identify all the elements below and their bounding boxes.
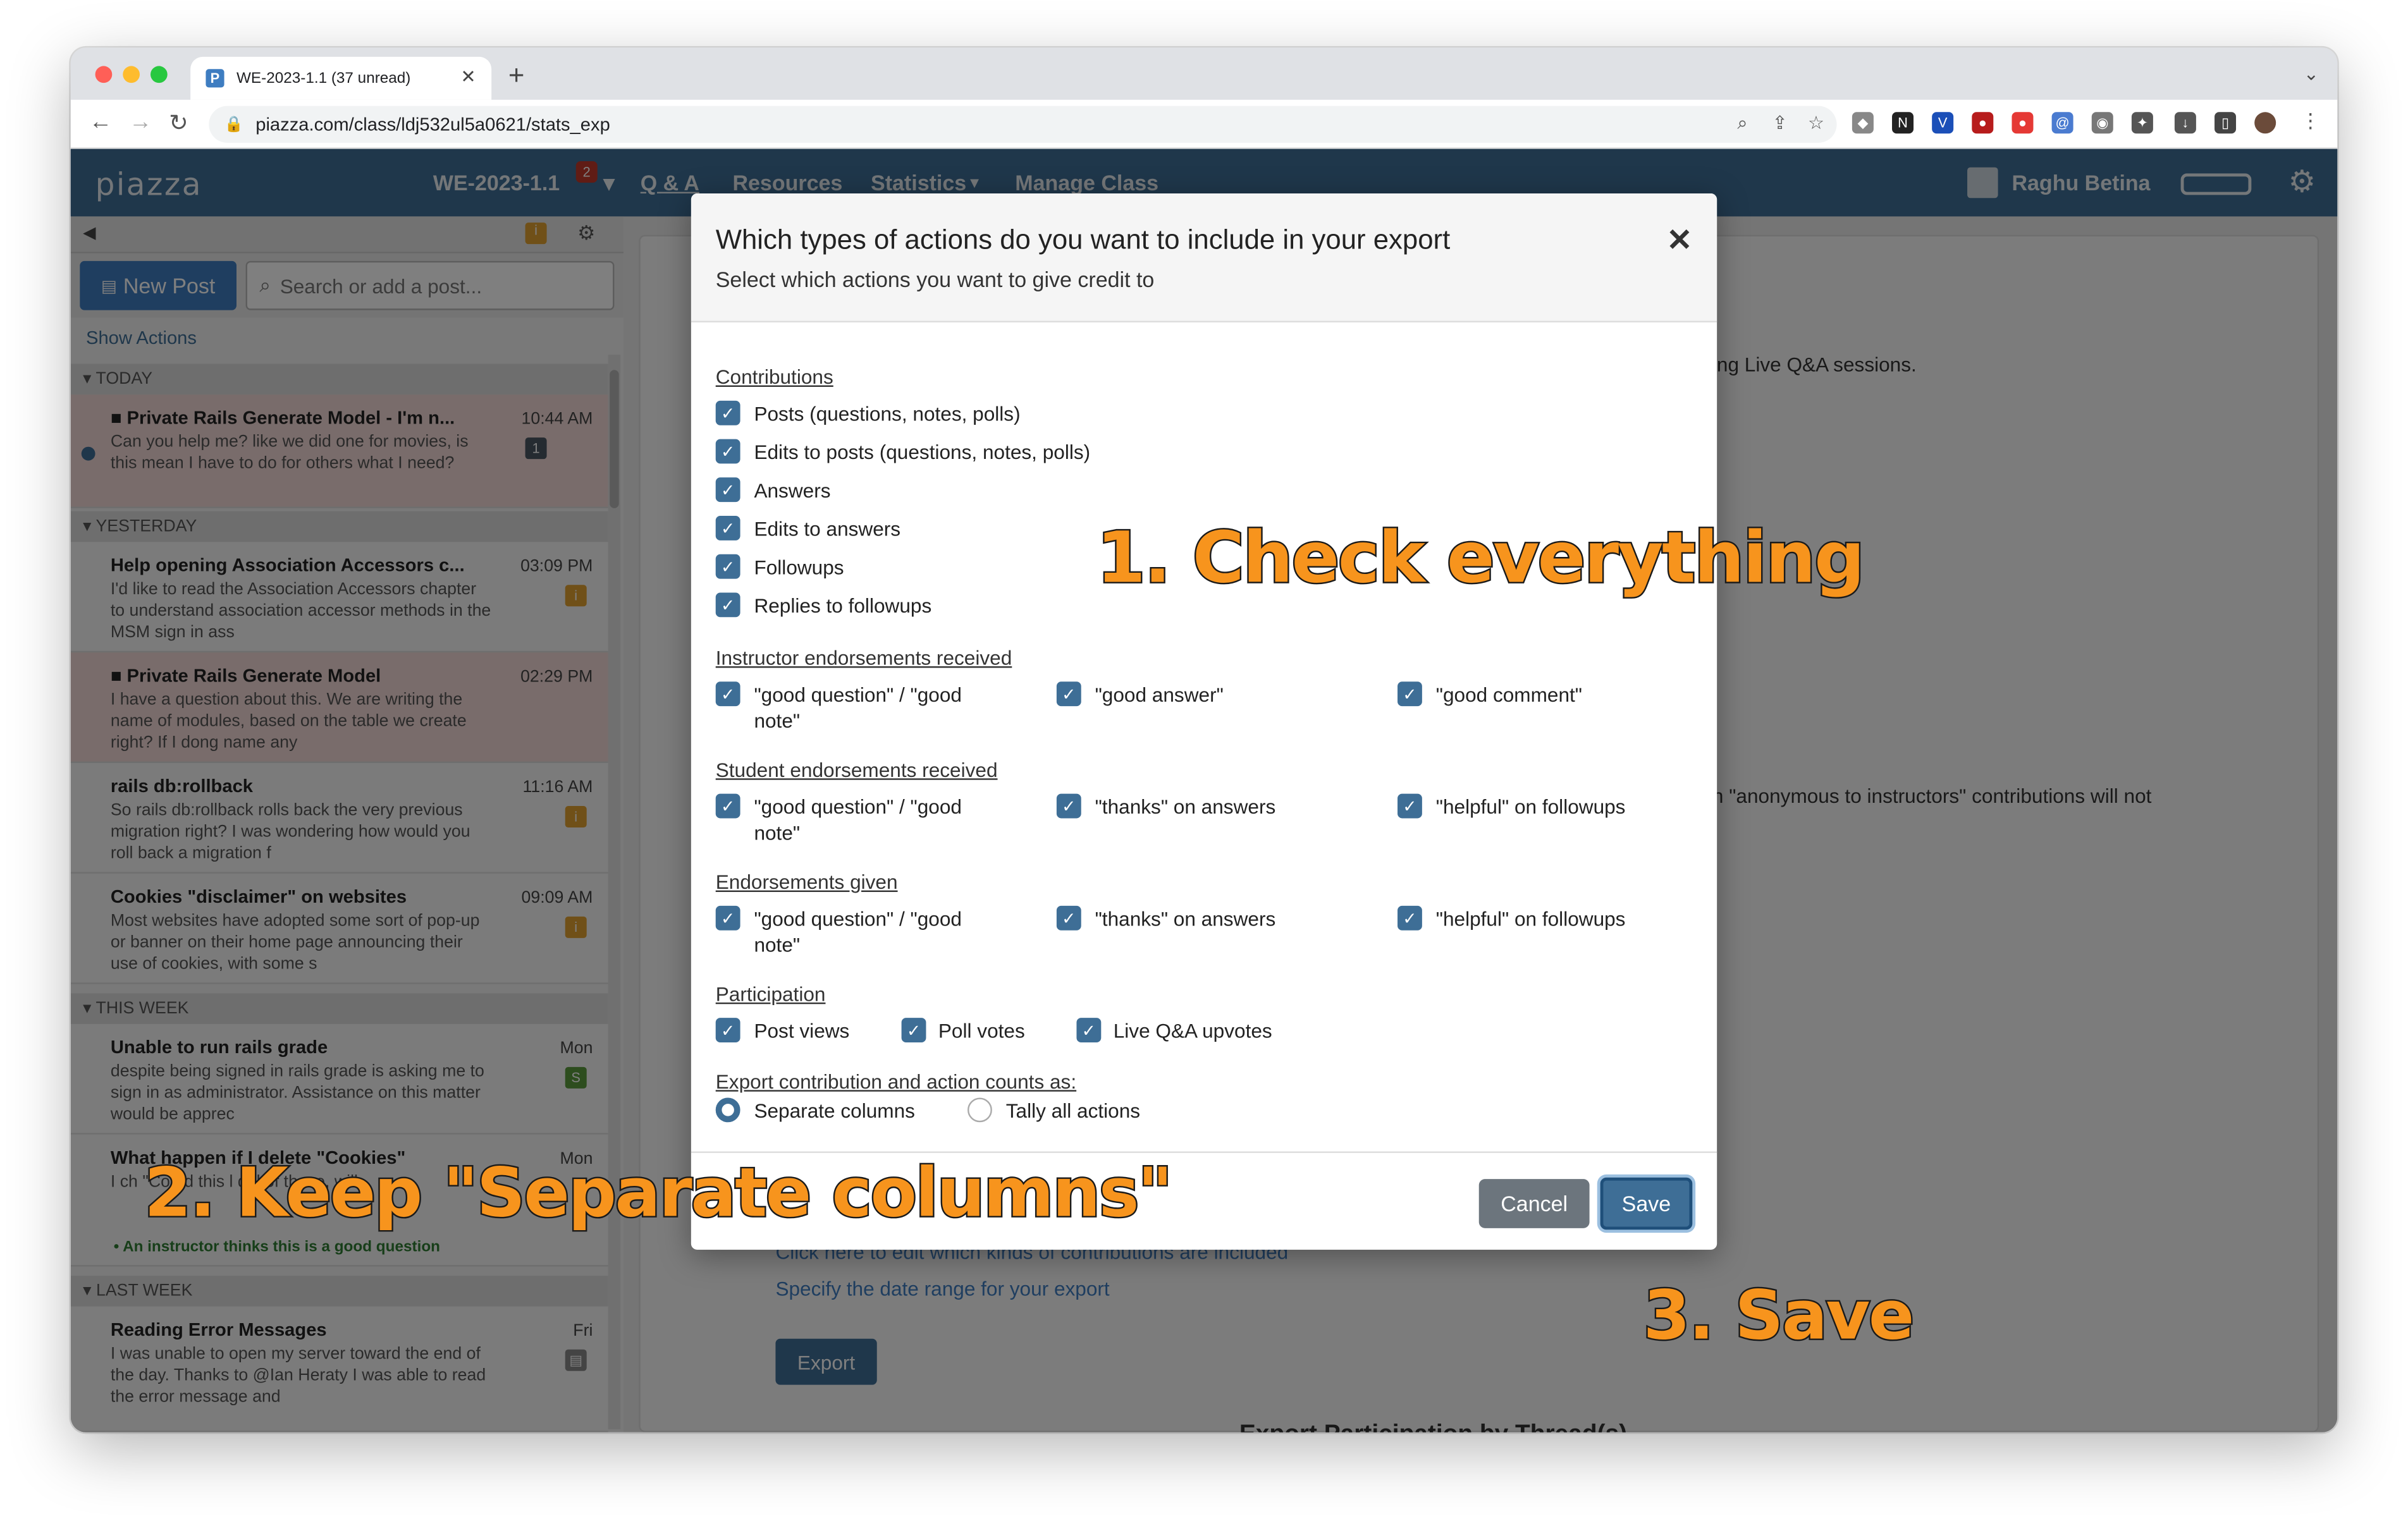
export-options-modal: Which types of actions do you want to in…	[691, 193, 1717, 1250]
checkbox-instructor-good-answer[interactable]: ✓	[1056, 681, 1081, 707]
checkbox-edits-answers[interactable]: ✓	[715, 516, 740, 540]
tab-strip: P WE-2023-1.1 (37 unread) ✕ + ⌄	[70, 47, 2338, 100]
zoom-window-icon[interactable]	[150, 66, 168, 83]
checkbox-replies[interactable]: ✓	[715, 592, 740, 618]
browser-menu-icon[interactable]: ⋮	[2300, 109, 2321, 133]
download-icon[interactable]: ↓	[2174, 112, 2196, 134]
extension-red-icon[interactable]: ●	[2012, 112, 2034, 134]
checkbox-followups[interactable]: ✓	[715, 554, 740, 579]
checkbox-student-helpful[interactable]: ✓	[1398, 793, 1422, 819]
checkbox-label: "helpful" on followups	[1435, 795, 1626, 819]
new-tab-icon[interactable]: +	[508, 60, 525, 92]
reload-icon[interactable]: ↻	[169, 109, 188, 137]
checkbox-label: "good question" / "good note"	[754, 795, 962, 845]
back-icon[interactable]: ←	[89, 109, 112, 135]
checkbox-instructor-good-question[interactable]: ✓	[715, 681, 740, 707]
checkbox-live-qa-upvotes[interactable]: ✓	[1076, 1018, 1102, 1043]
checkbox-edits-posts[interactable]: ✓	[715, 439, 740, 464]
profile-avatar[interactable]	[2254, 112, 2276, 134]
browser-tab[interactable]: P WE-2023-1.1 (37 unread) ✕	[190, 56, 492, 100]
checkbox-poll-votes[interactable]: ✓	[901, 1018, 926, 1043]
checkbox-label: "thanks" on answers	[1095, 795, 1276, 819]
share-icon[interactable]: ⇪	[1772, 112, 1787, 133]
checkbox-label: "good comment"	[1435, 683, 1583, 707]
checkbox-label: Live Q&A upvotes	[1113, 1019, 1272, 1043]
checkbox-label: "good question" / "good note"	[754, 683, 962, 733]
modal-title: Which types of actions do you want to in…	[715, 224, 1451, 255]
group-label-participation: Participation	[715, 982, 826, 1006]
checkbox-label: "good answer"	[1095, 683, 1224, 707]
zoom-icon[interactable]: ⌕	[1737, 112, 1747, 135]
annotation-step-3: 3. Save	[1642, 1276, 1916, 1357]
url-text: piazza.com/class/ldj532ul5a0621/stats_ex…	[255, 113, 610, 135]
checkbox-label: "thanks" on answers	[1095, 907, 1276, 931]
checkbox-label: Replies to followups	[754, 594, 932, 618]
extension-blue-icon[interactable]: @	[2051, 112, 2073, 134]
checkbox-given-helpful[interactable]: ✓	[1398, 905, 1422, 931]
screenshot-stage: P WE-2023-1.1 (37 unread) ✕ + ⌄ ← → ↻ 🔒 …	[0, 0, 2408, 1526]
tab-close-icon[interactable]: ✕	[460, 66, 476, 87]
checkbox-label: Posts (questions, notes, polls)	[754, 402, 1021, 425]
checkbox-label: Edits to answers	[754, 517, 901, 540]
radio-label: Tally all actions	[1005, 1099, 1141, 1123]
close-icon[interactable]: ✕	[1667, 221, 1693, 260]
cancel-button[interactable]: Cancel	[1478, 1179, 1590, 1228]
checkbox-label: Poll votes	[938, 1019, 1025, 1043]
checkbox-answers[interactable]: ✓	[715, 477, 740, 503]
radio-label: Separate columns	[754, 1099, 915, 1123]
modal-subtitle: Select which actions you want to give cr…	[715, 267, 1155, 292]
ublock-icon[interactable]: ●	[1972, 112, 1994, 134]
radio-separate-columns[interactable]	[715, 1097, 740, 1123]
address-bar[interactable]: 🔒 piazza.com/class/ldj532ul5a0621/stats_…	[209, 106, 1837, 143]
annotation-step-2: 2. Keep "Separate columns"	[143, 1153, 1174, 1235]
modal-header: Which types of actions do you want to in…	[691, 193, 1717, 323]
group-label-instructor: Instructor endorsements received	[715, 646, 1012, 669]
save-button[interactable]: Save	[1600, 1177, 1693, 1230]
group-label-contributions: Contributions	[715, 365, 833, 389]
group-label-student: Student endorsements received	[715, 758, 998, 782]
checkbox-student-thanks[interactable]: ✓	[1056, 793, 1081, 819]
extension-shield-icon[interactable]: ◆	[1852, 112, 1874, 134]
puzzle-icon[interactable]: ✦	[2131, 112, 2153, 134]
extension-v-icon[interactable]: V	[1932, 112, 1954, 134]
checkbox-posts[interactable]: ✓	[715, 400, 740, 425]
export-as-label: Export contribution and action counts as…	[715, 1070, 1077, 1094]
checkbox-label: Answers	[754, 479, 831, 503]
radio-tally-all[interactable]	[968, 1097, 992, 1123]
close-window-icon[interactable]	[95, 66, 113, 83]
group-label-given: Endorsements given	[715, 870, 898, 894]
checkbox-student-good-question[interactable]: ✓	[715, 793, 740, 819]
forward-icon[interactable]: →	[129, 109, 152, 135]
piazza-favicon-icon: P	[206, 69, 224, 88]
notion-icon[interactable]: N	[1892, 112, 1914, 134]
annotation-step-1: 1. Check everything	[1095, 515, 1867, 601]
checkbox-given-thanks[interactable]: ✓	[1056, 905, 1081, 931]
browser-toolbar: ← → ↻ 🔒 piazza.com/class/ldj532ul5a0621/…	[70, 99, 2338, 149]
checkbox-instructor-good-comment[interactable]: ✓	[1398, 681, 1422, 707]
sidepanel-icon[interactable]: ▯	[2214, 112, 2237, 134]
checkbox-label: Followups	[754, 556, 844, 579]
camera-icon[interactable]: ◉	[2091, 112, 2113, 134]
checkbox-given-good-question[interactable]: ✓	[715, 905, 740, 931]
checkbox-label: Edits to posts (questions, notes, polls)	[754, 441, 1091, 464]
tab-search-icon[interactable]: ⌄	[2304, 63, 2319, 85]
tab-title: WE-2023-1.1 (37 unread)	[236, 70, 411, 87]
minimize-window-icon[interactable]	[123, 66, 140, 83]
lock-icon: 🔒	[224, 116, 243, 133]
bookmark-star-icon[interactable]: ☆	[1808, 112, 1824, 133]
checkbox-label: "helpful" on followups	[1435, 907, 1626, 931]
checkbox-label: "good question" / "good note"	[754, 907, 962, 957]
checkbox-post-views[interactable]: ✓	[715, 1018, 740, 1043]
checkbox-label: Post views	[754, 1019, 850, 1043]
